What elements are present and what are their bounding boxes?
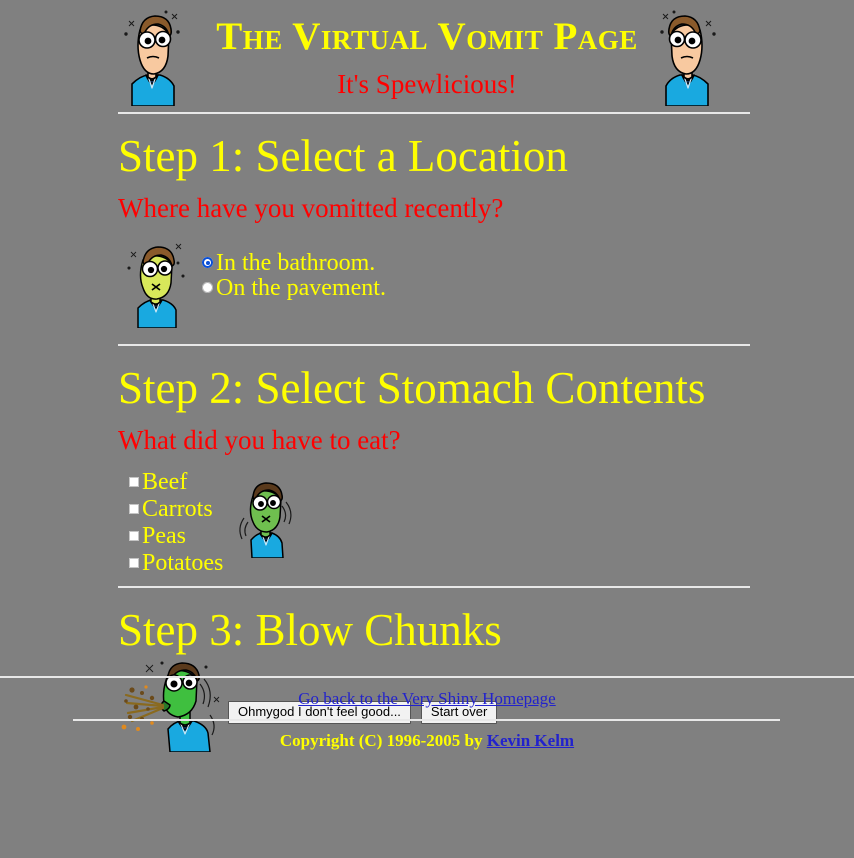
page-header: The Virtual Vomit Page It's Spewlicious! [0,0,854,112]
step-2-question: What did you have to eat? [118,425,401,455]
worried-man-illustration-left [122,6,182,107]
step-1-section: Step 1: Select a Location Where have you… [0,114,854,344]
stomach-item-potatoes[interactable]: Potatoes [129,549,223,576]
stomach-item-label: Peas [142,522,186,549]
footer-home-link-row: Go back to the Very Shiny Homepage [0,678,854,719]
checkbox-icon[interactable] [129,503,139,514]
page-footer: Go back to the Very Shiny Homepage Copyr… [0,676,854,759]
queasy-man-illustration [126,238,188,329]
location-option-pavement[interactable]: On the pavement. [202,275,386,300]
stomach-item-label: Potatoes [142,549,224,576]
step-2-section: Step 2: Select Stomach Contents What did… [0,346,854,586]
radio-icon-selected[interactable] [202,257,213,268]
worried-man-illustration-right [658,6,718,107]
location-option-bathroom[interactable]: In the bathroom. [202,250,386,275]
author-link[interactable]: Kevin Kelm [487,731,574,750]
home-link[interactable]: Go back to the Very Shiny Homepage [298,689,555,708]
copyright-text: Copyright (C) 1996-2005 by [279,731,487,750]
location-option-label: On the pavement. [216,274,386,301]
copyright-row: Copyright (C) 1996-2005 by Kevin Kelm [0,721,854,759]
stomach-item-label: Carrots [142,495,213,522]
checkbox-icon[interactable] [129,557,139,568]
step-3-title: Step 3: Blow Chunks [118,605,502,655]
stomach-item-label: Beef [142,468,188,495]
step-2-title: Step 2: Select Stomach Contents [118,363,706,413]
stomach-item-peas[interactable]: Peas [129,522,223,549]
radio-icon-unselected[interactable] [202,282,213,293]
stomach-item-carrots[interactable]: Carrots [129,495,223,522]
page-content: The Virtual Vomit Page It's Spewlicious! [0,0,854,759]
stomach-item-beef[interactable]: Beef [129,468,223,495]
step-1-question: Where have you vomitted recently? [118,193,504,223]
checkbox-icon[interactable] [129,530,139,541]
green-shaking-man-illustration [230,474,298,559]
checkbox-icon[interactable] [129,476,139,487]
location-option-label: In the bathroom. [216,249,376,276]
stomach-contents-checkbox-group: Beef Carrots Peas Potatoes [129,468,223,576]
step-1-title: Step 1: Select a Location [118,131,568,181]
location-radio-group: In the bathroom. On the pavement. [202,250,386,300]
